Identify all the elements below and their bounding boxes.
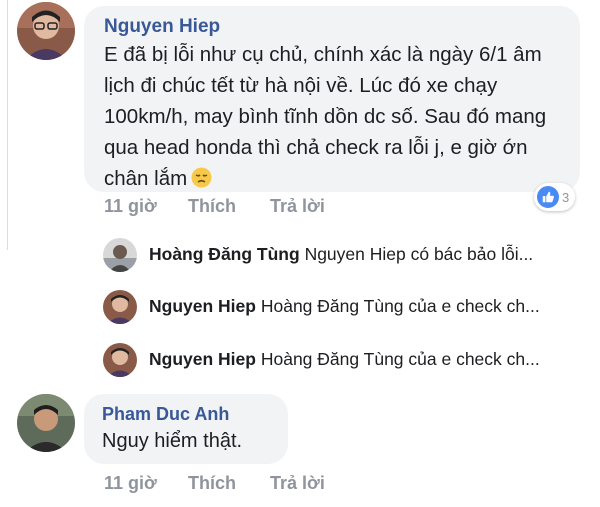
reply-author[interactable]: Hoàng Đăng Tùng <box>149 244 300 264</box>
left-edge-divider <box>0 0 8 250</box>
disappointed-face-emoji-icon <box>191 167 212 188</box>
reply-author[interactable]: Nguyen Hiep <box>149 349 256 369</box>
avatar-nguyen-hiep[interactable] <box>103 343 137 378</box>
reply-preview[interactable]: Nguyen Hiep có bác bảo lỗi... <box>305 244 534 264</box>
comment-author[interactable]: Nguyen Hiep <box>104 15 564 39</box>
reply-item[interactable]: Nguyen Hiep Hoàng Đăng Tùng của e check … <box>103 341 583 378</box>
comment-bubble-second: Pham Duc Anh Nguy hiểm thật. <box>84 394 288 464</box>
comment-author[interactable]: Pham Duc Anh <box>102 402 272 426</box>
reply-link[interactable]: Trả lời <box>270 473 325 494</box>
reaction-badge[interactable]: 3 <box>534 183 576 211</box>
avatar-pham-duc-anh[interactable] <box>17 394 75 452</box>
reply-link[interactable]: Trả lời <box>270 196 325 217</box>
comment-text: Nguy hiểm thật. <box>102 430 243 452</box>
reply-item[interactable]: Nguyen Hiep Hoàng Đăng Tùng của e check … <box>103 288 583 325</box>
comment-bubble-main: Nguyen Hiep E đã bị lỗi như cụ chủ, chín… <box>84 6 580 192</box>
like-link[interactable]: Thích <box>188 196 236 217</box>
reply-item[interactable]: Hoàng Đăng Tùng Nguyen Hiep có bác bảo l… <box>103 236 583 273</box>
reply-author[interactable]: Nguyen Hiep <box>149 296 256 316</box>
avatar-nguyen-hiep[interactable] <box>17 2 75 60</box>
thumbs-up-icon <box>537 186 559 208</box>
avatar-hoang-dang-tung[interactable] <box>103 238 137 273</box>
comment-text: E đã bị lỗi như cụ chủ, chính xác là ngà… <box>104 43 547 190</box>
reply-preview[interactable]: Hoàng Đăng Tùng của e check ch... <box>261 296 540 316</box>
timestamp[interactable]: 11 giờ <box>104 473 157 494</box>
timestamp[interactable]: 11 giờ <box>104 196 157 217</box>
reply-preview[interactable]: Hoàng Đăng Tùng của e check ch... <box>261 349 540 369</box>
like-link[interactable]: Thích <box>188 473 236 494</box>
avatar-nguyen-hiep[interactable] <box>103 290 137 325</box>
reaction-count: 3 <box>562 189 570 205</box>
